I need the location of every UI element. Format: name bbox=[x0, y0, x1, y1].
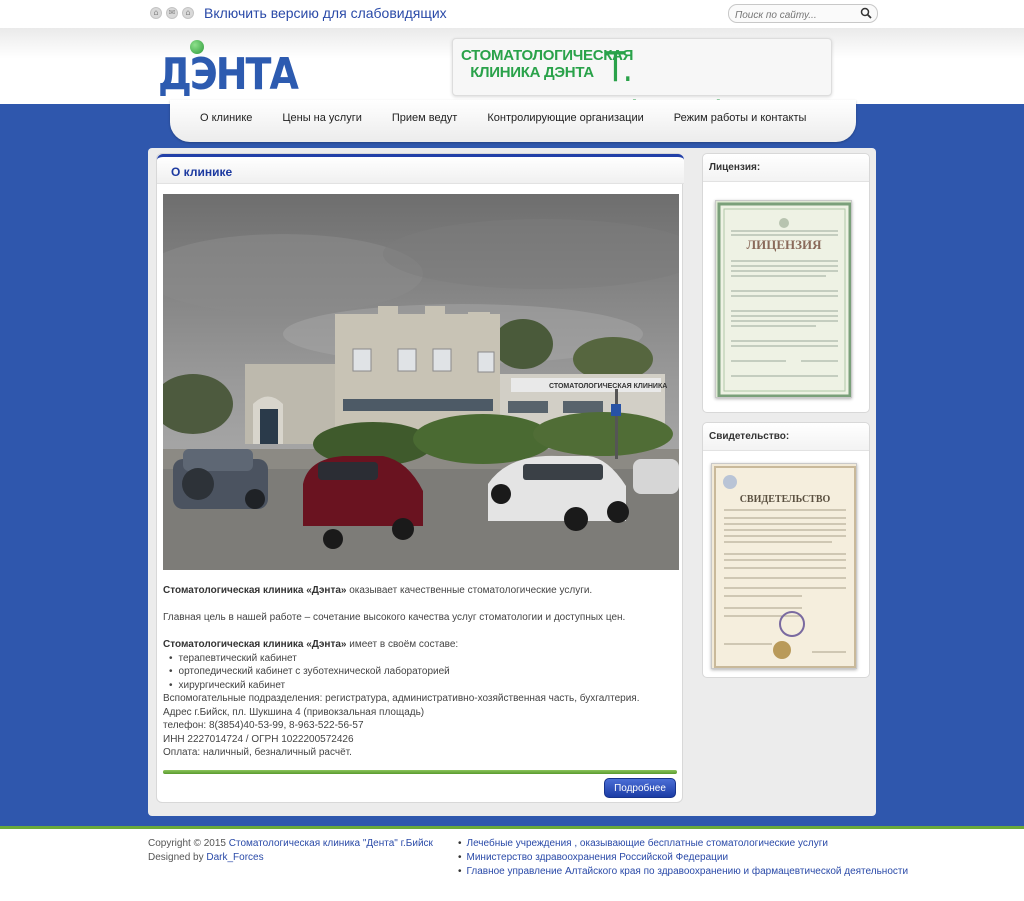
copyright-prefix: Copyright © 2015 bbox=[148, 838, 229, 849]
structure-clinic-name: Стоматологическая клиника «Дэнта» bbox=[163, 639, 347, 650]
banner-clinic-line2: КЛИНИКА ДЭНТА bbox=[470, 64, 594, 81]
top-icons: ⌂ ✉ ⌂ bbox=[150, 7, 194, 19]
payment: Оплата: наличный, безналичный расчёт. bbox=[163, 747, 352, 758]
structure-heading: Стоматологическая клиника «Дэнта» имеет … bbox=[163, 638, 673, 652]
home-icon[interactable]: ⌂ bbox=[150, 7, 162, 19]
intro-clinic-name: Стоматологическая клиника «Дэнта» bbox=[163, 585, 347, 596]
search-input[interactable] bbox=[729, 7, 853, 24]
designed-line: Designed by Dark_Forces bbox=[148, 851, 433, 865]
main-container: О клинике СТОМАТОЛОГИЧЕСКАЯ КЛИНИКА Стом… bbox=[148, 148, 876, 816]
certificate-doc-heading: СВИДЕТЕЛЬСТВО bbox=[740, 494, 831, 505]
logo-text: ДЭНТА bbox=[158, 48, 299, 100]
license-widget: Лицензия: ЛИЦЕНЗИЯ bbox=[702, 153, 870, 413]
photo-car-hatch bbox=[488, 455, 629, 531]
clinic-photo: СТОМАТОЛОГИЧЕСКАЯ КЛИНИКА bbox=[163, 194, 679, 570]
certificate-title: Свидетельство: bbox=[703, 423, 869, 451]
designed-prefix: Designed by bbox=[148, 852, 207, 863]
progress-bar bbox=[163, 770, 677, 774]
nav-item-contacts[interactable]: Режим работы и контакты bbox=[674, 112, 807, 124]
license-title: Лицензия: bbox=[703, 154, 869, 182]
certificate-widget: Свидетельство: СВИДЕТЕЛЬСТВО bbox=[702, 422, 870, 678]
structure-text: имеет в своём составе: bbox=[346, 639, 459, 650]
site-logo[interactable]: ДЭНТА bbox=[158, 40, 299, 100]
intro-text: оказывает качественные стоматологические… bbox=[346, 585, 593, 596]
nav-item-prices[interactable]: Цены на услуги bbox=[282, 112, 362, 124]
photo-building-sign: СТОМАТОЛОГИЧЕСКАЯ КЛИНИКА bbox=[549, 383, 667, 390]
address: Адрес г.Бийск, пл. Шукшина 4 (привокзаль… bbox=[163, 706, 425, 718]
intro-paragraph: Стоматологическая клиника «Дэнта» оказыв… bbox=[163, 584, 673, 598]
structure-list: терапевтический кабинет ортопедический к… bbox=[169, 652, 673, 693]
list-item: хирургический кабинет bbox=[169, 679, 673, 693]
sitemap-icon[interactable]: ⌂ bbox=[182, 7, 194, 19]
progress-fill bbox=[163, 770, 677, 774]
accessibility-version-link[interactable]: Включить версию для слабовидящих bbox=[204, 5, 447, 21]
footer-link-altai-health[interactable]: Главное управление Алтайского края по зд… bbox=[458, 865, 909, 879]
search-box bbox=[728, 4, 878, 24]
mail-icon[interactable]: ✉ bbox=[166, 7, 178, 19]
designer-link[interactable]: Dark_Forces bbox=[206, 852, 263, 863]
copyright-line: Copyright © 2015 Стоматологическая клини… bbox=[148, 837, 433, 851]
top-bar: ⌂ ✉ ⌂ Включить версию для слабовидящих bbox=[0, 0, 1024, 28]
article-panel: О клинике СТОМАТОЛОГИЧЕСКАЯ КЛИНИКА Стом… bbox=[156, 153, 684, 803]
banner-clinic-name: СТОМАТОЛОГИЧЕСКАЯ КЛИНИКА ДЭНТА bbox=[461, 47, 633, 81]
footer-link-free-dental[interactable]: Лечебные учреждения , оказывающие беспла… bbox=[458, 837, 908, 851]
inn-ogrn: ИНН 2227014724 / ОГРН 1022200572426 bbox=[163, 733, 354, 745]
main-nav: О клинике Цены на услуги Прием ведут Кон… bbox=[170, 100, 856, 142]
search-icon[interactable] bbox=[858, 7, 874, 21]
phone: телефон: 8(3854)40-53-99, 8-963-522-56-5… bbox=[163, 720, 364, 731]
copyright-link[interactable]: Стоматологическая клиника "Дента" г.Бийс… bbox=[229, 838, 433, 849]
list-item: терапевтический кабинет bbox=[169, 652, 673, 666]
more-button[interactable]: Подробнее bbox=[604, 778, 676, 798]
goal-paragraph: Главная цель в нашей работе – сочетание … bbox=[163, 612, 626, 623]
footer-credits: Copyright © 2015 Стоматологическая клини… bbox=[148, 837, 433, 865]
list-item: ортопедический кабинет с зуботехнической… bbox=[169, 665, 673, 679]
article-body: Стоматологическая клиника «Дэнта» оказыв… bbox=[163, 584, 673, 760]
phone-banner: СТОМАТОЛОГИЧЕСКАЯ КЛИНИКА ДЭНТА Т. 8(385… bbox=[452, 38, 832, 191]
footer: Copyright © 2015 Стоматологическая клини… bbox=[0, 829, 1024, 901]
footer-links: Лечебные учреждения , оказывающие беспла… bbox=[458, 837, 909, 879]
aux-units: Вспомогательные подразделения: регистрат… bbox=[163, 693, 640, 704]
nav-item-supervisory[interactable]: Контролирующие организации bbox=[487, 112, 643, 124]
footer-link-ministry[interactable]: Министерство здравоохранения Российской … bbox=[458, 851, 908, 865]
article-title: О клинике bbox=[171, 165, 233, 179]
certificate-image[interactable]: СВИДЕТЕЛЬСТВО bbox=[711, 463, 857, 669]
nav-item-doctors[interactable]: Прием ведут bbox=[392, 112, 457, 124]
nav-item-about[interactable]: О клинике bbox=[200, 112, 252, 124]
article-header: О клинике bbox=[157, 154, 684, 184]
license-doc-heading: ЛИЦЕНЗИЯ bbox=[746, 237, 822, 252]
license-image[interactable]: ЛИЦЕНЗИЯ bbox=[715, 200, 852, 398]
